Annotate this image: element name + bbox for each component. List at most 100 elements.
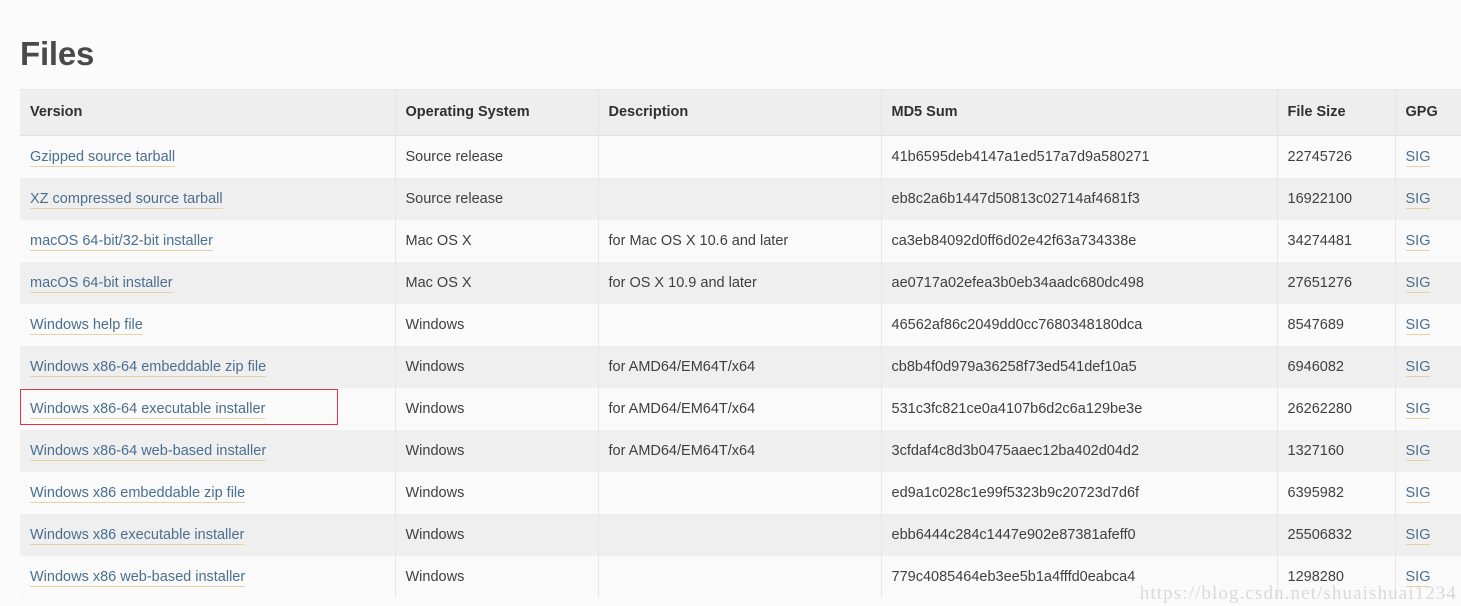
column-header-md5: MD5 Sum: [881, 89, 1278, 136]
gpg-sig-link[interactable]: SIG: [1405, 316, 1431, 335]
cell-version: Windows x86-64 web-based installer: [20, 430, 396, 472]
cell-file-size: 8547689: [1277, 304, 1396, 346]
files-table-container: Version Operating System Description MD5…: [20, 89, 1461, 598]
cell-gpg: SIG: [1395, 514, 1461, 556]
cell-version: Gzipped source tarball: [20, 135, 396, 178]
gpg-sig-link[interactable]: SIG: [1405, 484, 1431, 503]
gpg-sig-link[interactable]: SIG: [1405, 526, 1431, 545]
version-download-link[interactable]: Windows x86-64 embeddable zip file: [30, 358, 267, 377]
column-header-description: Description: [598, 89, 882, 136]
version-download-link[interactable]: XZ compressed source tarball: [30, 190, 223, 209]
gpg-sig-link[interactable]: SIG: [1405, 232, 1431, 251]
cell-description: [598, 556, 882, 598]
cell-gpg: SIG: [1395, 346, 1461, 388]
cell-gpg: SIG: [1395, 220, 1461, 262]
cell-file-size: 25506832: [1277, 514, 1396, 556]
gpg-sig-link[interactable]: SIG: [1405, 274, 1431, 293]
column-header-gpg: GPG: [1395, 89, 1461, 136]
cell-file-size: 34274481: [1277, 220, 1396, 262]
cell-operating-system: Windows: [395, 514, 599, 556]
cell-gpg: SIG: [1395, 388, 1461, 430]
table-header-row: Version Operating System Description MD5…: [20, 89, 1461, 136]
cell-gpg: SIG: [1395, 135, 1461, 178]
cell-gpg: SIG: [1395, 430, 1461, 472]
cell-description: for OS X 10.9 and later: [598, 262, 882, 304]
version-download-link[interactable]: Windows x86 web-based installer: [30, 568, 246, 587]
column-header-version: Version: [20, 89, 396, 136]
cell-operating-system: Mac OS X: [395, 262, 599, 304]
version-download-link[interactable]: Windows x86-64 web-based installer: [30, 442, 267, 461]
cell-md5-sum: ed9a1c028c1e99f5323b9c20723d7d6f: [881, 472, 1278, 514]
cell-operating-system: Source release: [395, 178, 599, 220]
version-download-link[interactable]: Windows x86 executable installer: [30, 526, 245, 545]
cell-md5-sum: 46562af86c2049dd0cc7680348180dca: [881, 304, 1278, 346]
cell-description: for Mac OS X 10.6 and later: [598, 220, 882, 262]
cell-description: for AMD64/EM64T/x64: [598, 346, 882, 388]
cell-md5-sum: ebb6444c284c1447e902e87381afeff0: [881, 514, 1278, 556]
gpg-sig-link[interactable]: SIG: [1405, 358, 1431, 377]
cell-description: for AMD64/EM64T/x64: [598, 430, 882, 472]
version-download-link[interactable]: Gzipped source tarball: [30, 148, 176, 167]
cell-md5-sum: ae0717a02efea3b0eb34aadc680dc498: [881, 262, 1278, 304]
cell-version: XZ compressed source tarball: [20, 178, 396, 220]
table-row: Windows x86 executable installer Windows e…: [20, 514, 1461, 556]
cell-file-size: 26262280: [1277, 388, 1396, 430]
version-download-link[interactable]: Windows x86-64 executable installer: [30, 400, 266, 419]
cell-version: macOS 64-bit/32-bit installer: [20, 220, 396, 262]
table-row: Gzipped source tarball Source release 41b6…: [20, 135, 1461, 178]
gpg-sig-link[interactable]: SIG: [1405, 400, 1431, 419]
version-download-link[interactable]: Windows help file: [30, 316, 143, 335]
cell-gpg: SIG: [1395, 178, 1461, 220]
cell-md5-sum: cb8b4f0d979a36258f73ed541def10a5: [881, 346, 1278, 388]
gpg-sig-link[interactable]: SIG: [1405, 190, 1431, 209]
cell-operating-system: Source release: [395, 135, 599, 178]
column-header-file-size: File Size: [1277, 89, 1396, 136]
cell-md5-sum: 3cfdaf4c8d3b0475aaec12ba402d04d2: [881, 430, 1278, 472]
gpg-sig-link[interactable]: SIG: [1405, 442, 1431, 461]
cell-md5-sum: 531c3fc821ce0a4107b6d2c6a129be3e: [881, 388, 1278, 430]
cell-version: Windows x86 web-based installer: [20, 556, 396, 598]
cell-md5-sum: eb8c2a6b1447d50813c02714af4681f3: [881, 178, 1278, 220]
cell-operating-system: Windows: [395, 556, 599, 598]
table-row: Windows x86 embeddable zip file Windows ed…: [20, 472, 1461, 514]
table-body: Gzipped source tarball Source release 41b6…: [20, 135, 1461, 598]
cell-file-size: 1327160: [1277, 430, 1396, 472]
cell-version: Windows x86-64 executable installer: [20, 388, 396, 430]
page-title: Files: [20, 35, 95, 73]
version-download-link[interactable]: Windows x86 embeddable zip file: [30, 484, 246, 503]
cell-version: Windows x86 embeddable zip file: [20, 472, 396, 514]
cell-file-size: 22745726: [1277, 135, 1396, 178]
cell-operating-system: Windows: [395, 388, 599, 430]
cell-version: macOS 64-bit installer: [20, 262, 396, 304]
cell-file-size: 16922100: [1277, 178, 1396, 220]
cell-description: [598, 472, 882, 514]
cell-file-size: 6395982: [1277, 472, 1396, 514]
cell-description: [598, 178, 882, 220]
table-row: Windows x86-64 executable installer Windo…: [20, 388, 1461, 430]
table-row: macOS 64-bit/32-bit installer Mac OS Xfor…: [20, 220, 1461, 262]
cell-description: for AMD64/EM64T/x64: [598, 388, 882, 430]
cell-version: Windows x86 executable installer: [20, 514, 396, 556]
cell-file-size: 6946082: [1277, 346, 1396, 388]
cell-description: [598, 514, 882, 556]
cell-file-size: 27651276: [1277, 262, 1396, 304]
cell-gpg: SIG: [1395, 472, 1461, 514]
cell-operating-system: Mac OS X: [395, 220, 599, 262]
table-row: Windows x86-64 web-based installer Window…: [20, 430, 1461, 472]
cell-gpg: SIG: [1395, 262, 1461, 304]
cell-version: Windows help file: [20, 304, 396, 346]
cell-operating-system: Windows: [395, 430, 599, 472]
cell-gpg: SIG: [1395, 304, 1461, 346]
files-table: Version Operating System Description MD5…: [20, 89, 1461, 598]
table-header: Version Operating System Description MD5…: [20, 89, 1461, 136]
cell-md5-sum: 41b6595deb4147a1ed517a7d9a580271: [881, 135, 1278, 178]
version-download-link[interactable]: macOS 64-bit installer: [30, 274, 173, 293]
cell-description: [598, 304, 882, 346]
table-row: Windows help file Windows 46562af86c2049dd…: [20, 304, 1461, 346]
cell-md5-sum: ca3eb84092d0ff6d02e42f63a734338e: [881, 220, 1278, 262]
version-download-link[interactable]: macOS 64-bit/32-bit installer: [30, 232, 213, 251]
cell-operating-system: Windows: [395, 472, 599, 514]
gpg-sig-link[interactable]: SIG: [1405, 148, 1431, 167]
cell-description: [598, 135, 882, 178]
table-row: XZ compressed source tarball Source relea…: [20, 178, 1461, 220]
